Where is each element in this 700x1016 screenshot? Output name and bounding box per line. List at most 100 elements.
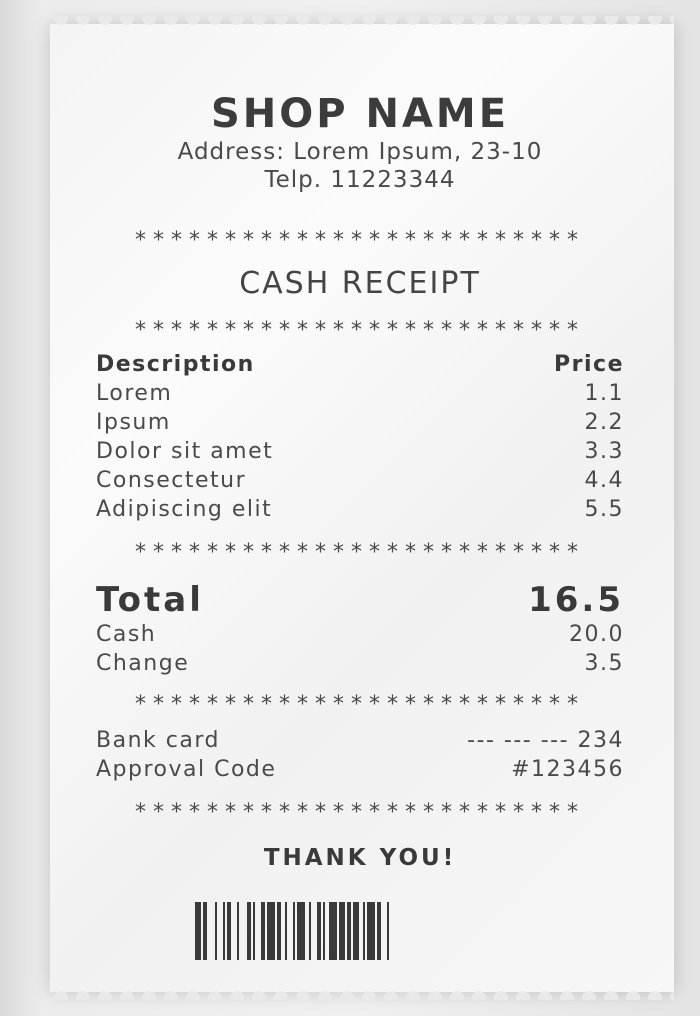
barcode-bar xyxy=(329,902,337,960)
barcode-bar xyxy=(363,902,365,960)
edge-notch xyxy=(164,991,178,1000)
edge-notch xyxy=(142,991,156,1000)
edge-notch xyxy=(164,16,178,25)
edge-notch xyxy=(384,16,398,25)
edge-notch xyxy=(120,16,134,25)
edge-notch xyxy=(560,16,574,25)
barcode-bar xyxy=(277,902,281,960)
item-row: Dolor sit amet 3.3 xyxy=(96,437,624,466)
edge-notch xyxy=(362,991,376,1000)
total-label: Total xyxy=(96,580,204,620)
cash-row: Cash 20.0 xyxy=(96,620,624,649)
edge-notch xyxy=(252,16,266,25)
edge-notch xyxy=(450,991,464,1000)
change-value: 3.5 xyxy=(584,651,624,676)
barcode-bar xyxy=(237,902,239,960)
item-description: Dolor sit amet xyxy=(96,439,274,464)
receipt-content: SHOP NAME Address: Lorem Ipsum, 23-10 Te… xyxy=(96,90,624,960)
description-header: Description xyxy=(96,352,255,377)
edge-notch xyxy=(208,991,222,1000)
barcode-bar xyxy=(309,902,311,960)
edge-notch xyxy=(494,991,508,1000)
barcode-graphic xyxy=(195,902,389,960)
barcode-bar xyxy=(227,902,231,960)
item-price: 3.3 xyxy=(584,439,624,464)
edge-notch xyxy=(472,991,486,1000)
item-row: Lorem 1.1 xyxy=(96,379,624,408)
barcode-bar xyxy=(203,902,207,960)
item-price: 5.5 xyxy=(584,497,624,522)
separator: ************************* xyxy=(135,802,585,824)
barcode-bar xyxy=(261,902,265,960)
barcode-bar xyxy=(377,902,381,960)
barcode-bar xyxy=(387,902,389,960)
item-price: 4.4 xyxy=(584,468,624,493)
edge-notch xyxy=(54,16,68,25)
edge-notch xyxy=(76,16,90,25)
item-price: 1.1 xyxy=(584,381,624,406)
barcode-bar xyxy=(253,902,255,960)
receipt-title: CASH RECEIPT xyxy=(239,266,481,301)
edge-notch xyxy=(538,16,552,25)
barcode-bar xyxy=(215,902,217,960)
barcode-bar xyxy=(323,902,325,960)
barcode-bar xyxy=(247,902,251,960)
edge-notch xyxy=(670,16,674,25)
receipt: SHOP NAME Address: Lorem Ipsum, 23-10 Te… xyxy=(50,16,674,1000)
edge-notch xyxy=(296,991,310,1000)
receipt-bottom-edge xyxy=(50,986,674,1000)
barcode-bar xyxy=(353,902,359,960)
edge-notch xyxy=(186,16,200,25)
barcode-bar xyxy=(267,902,275,960)
edge-notch xyxy=(362,16,376,25)
edge-notch xyxy=(318,16,332,25)
separator: ************************* xyxy=(135,230,585,252)
edge-notch xyxy=(604,16,618,25)
item-description: Ipsum xyxy=(96,410,171,435)
edge-notch xyxy=(670,991,674,1000)
edge-notch xyxy=(142,16,156,25)
edge-notch xyxy=(538,991,552,1000)
edge-notch xyxy=(296,16,310,25)
bank-card-label: Bank card xyxy=(96,728,220,753)
separator: ************************* xyxy=(135,320,585,342)
edge-notch xyxy=(450,16,464,25)
separator: ************************* xyxy=(135,694,585,716)
items-header: Description Price xyxy=(96,350,624,379)
total-row: Total 16.5 xyxy=(96,580,624,620)
edge-notch xyxy=(648,991,662,1000)
receipt-top-edge xyxy=(50,16,674,30)
item-description: Adipiscing elit xyxy=(96,497,273,522)
item-row: Adipiscing elit 5.5 xyxy=(96,495,624,524)
cash-value: 20.0 xyxy=(569,622,624,647)
edge-notch xyxy=(252,991,266,1000)
thank-you-message: THANK YOU! xyxy=(263,845,457,871)
edge-notch xyxy=(76,991,90,1000)
edge-notch xyxy=(318,991,332,1000)
barcode-bar xyxy=(195,902,201,960)
change-label: Change xyxy=(96,651,190,676)
edge-notch xyxy=(472,16,486,25)
approval-code-row: Approval Code #123456 xyxy=(96,755,624,784)
shop-address: Address: Lorem Ipsum, 23-10 xyxy=(177,139,543,165)
barcode-bar xyxy=(367,902,375,960)
edge-notch xyxy=(626,16,640,25)
edge-notch xyxy=(428,991,442,1000)
item-description: Consectetur xyxy=(96,468,247,493)
barcode-bar xyxy=(223,902,225,960)
barcode xyxy=(96,902,624,960)
edge-notch xyxy=(230,991,244,1000)
edge-notch xyxy=(208,16,222,25)
bank-card-value: --- --- --- 234 xyxy=(467,728,624,753)
edge-notch xyxy=(98,991,112,1000)
barcode-bar xyxy=(297,902,305,960)
approval-code-label: Approval Code xyxy=(96,757,277,782)
edge-notch xyxy=(230,16,244,25)
edge-notch xyxy=(54,991,68,1000)
edge-notch xyxy=(274,16,288,25)
approval-code-value: #123456 xyxy=(511,757,624,782)
price-header: Price xyxy=(554,352,624,377)
edge-notch xyxy=(340,991,354,1000)
edge-notch xyxy=(98,16,112,25)
edge-notch xyxy=(340,16,354,25)
